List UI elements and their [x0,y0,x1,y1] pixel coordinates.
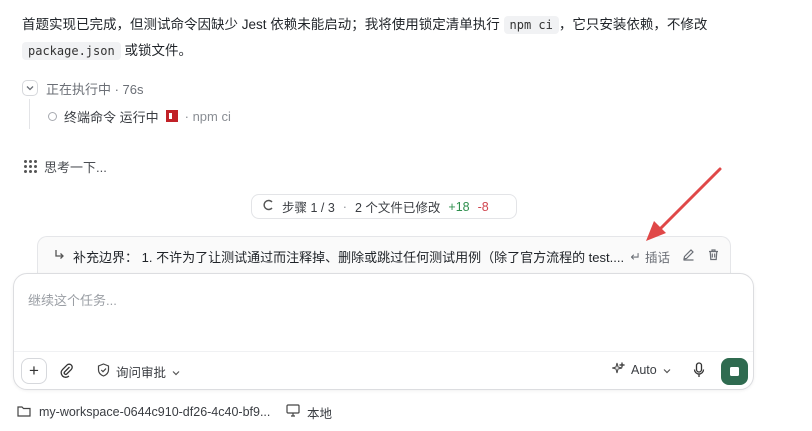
trash-icon[interactable] [707,248,720,264]
separator: · [342,199,347,214]
stop-button[interactable] [721,358,748,385]
execution-status[interactable]: 正在执行中 · 76s [22,78,144,98]
workspace-name: my-workspace-0644c910-df26-4c40-bf9... [39,405,271,419]
queued-message-card: 补充边界： 1. 不许为了让测试通过而注释掉、删除或跳过任何测试用例（除了官方流… [37,236,731,276]
message-text: ，它只安装依赖，不修改 [558,17,708,32]
annotation-arrow [646,167,722,241]
add-button[interactable]: + [21,358,47,384]
step-label: 步骤 1 / 3 [282,201,335,215]
environment-label: 本地 [307,406,333,421]
step-progress-pill[interactable]: 步骤 1 / 3 · 2 个文件已修改 +18 -8 [251,194,517,219]
chevron-down-icon[interactable] [22,80,38,96]
files-changed-label: 2 个文件已修改 [354,201,441,215]
queued-message-text: 补充边界： 1. 不许为了让测试通过而注释掉、删除或跳过任何测试用例（除了官方流… [73,249,623,265]
composer: 继续这个任务... + 询问审批 Auto [13,273,754,390]
approval-label: 询问审批 [116,366,167,380]
npm-icon [165,110,178,122]
monitor-icon [286,404,300,420]
approval-mode-select[interactable]: 询问审批 [97,362,180,381]
chevron-down-icon [663,363,671,377]
shield-icon [97,363,110,380]
divider [14,351,753,352]
dots-grid-icon [24,159,37,173]
sparkle-icon [610,361,626,378]
insert-label: 插话 [644,250,670,265]
insert-button[interactable]: ↵ 插话 [631,247,671,266]
inline-code: npm ci [503,16,559,34]
folder-icon [17,405,31,420]
workspace-selector[interactable]: my-workspace-0644c910-df26-4c40-bf9... [17,402,270,422]
stop-icon [730,367,739,376]
edit-icon[interactable] [682,248,695,264]
message-text: 或锁文件。 [120,43,192,58]
thinking-indicator: 思考一下... [24,156,107,176]
thinking-label: 思考一下... [44,159,107,175]
pending-circle-icon [48,111,57,121]
inline-code: package.json [22,42,121,60]
microphone-icon[interactable] [693,362,705,381]
lines-added: +18 [448,199,470,214]
lines-removed: -8 [477,199,489,214]
model-select[interactable]: Auto [610,361,671,378]
composer-input[interactable]: 继续这个任务... [28,290,117,309]
environment-selector[interactable]: 本地 [286,402,332,422]
model-label: Auto [631,363,657,377]
return-icon: ↵ [630,249,641,264]
chevron-down-icon [172,365,180,379]
execution-label: 正在执行中 · 76s [46,81,144,97]
assistant-message: 首题实现已完成，但测试命令因缺少 Jest 依赖未能启动；我将使用锁定清单执行 … [22,12,762,64]
spinner-icon [262,199,274,214]
message-text: 首题实现已完成，但测试命令因缺少 Jest 依赖未能启动；我将使用锁定清单执行 [22,17,504,32]
terminal-label: 终端命令 运行中 [64,109,159,125]
reply-arrow-icon [53,249,65,264]
plus-icon: + [29,361,39,380]
terminal-command: · npm ci [184,108,231,124]
paperclip-icon[interactable] [60,363,74,381]
terminal-command-item[interactable]: 终端命令 运行中 · npm ci [48,106,231,126]
tree-connector [29,99,30,129]
